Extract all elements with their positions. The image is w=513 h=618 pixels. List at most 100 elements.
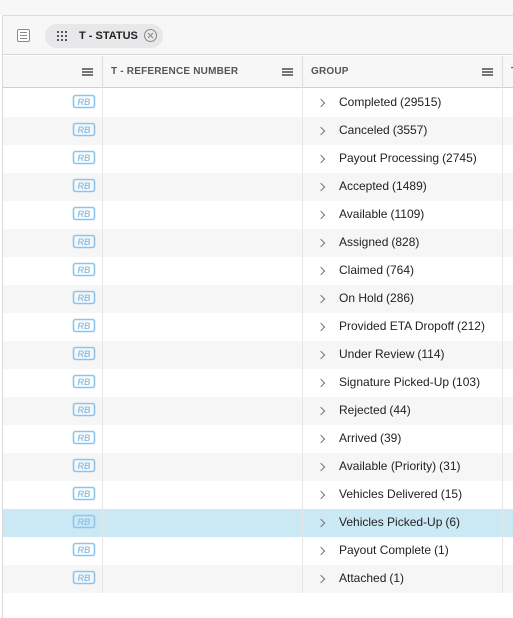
column-header-reference-number[interactable]: T - REFERENCE NUMBER [103, 56, 303, 88]
group-row[interactable]: RB Vehicles Picked-Up (6) [3, 509, 513, 537]
rb-logo-icon: RB [72, 318, 96, 333]
rb-logo-icon: RB [72, 542, 96, 557]
group-cell[interactable]: Completed (29515) [303, 89, 503, 117]
chevron-right-icon[interactable] [316, 238, 326, 248]
group-cell[interactable]: Available (Priority) (31) [303, 453, 503, 481]
group-row[interactable]: RB Payout Processing (2745) [3, 145, 513, 173]
chevron-right-icon[interactable] [316, 546, 326, 556]
chevron-right-icon[interactable] [316, 182, 326, 192]
group-cell[interactable]: Attached (1) [303, 565, 503, 593]
chevron-right-icon[interactable] [316, 462, 326, 472]
chevron-right-icon[interactable] [316, 98, 326, 108]
chevron-right-icon[interactable] [316, 210, 326, 220]
column-header-group[interactable]: GROUP [303, 56, 503, 88]
chevron-right-icon[interactable] [316, 406, 326, 416]
group-cell[interactable]: Vehicles Delivered (15) [303, 481, 503, 509]
chevron-right-icon[interactable] [316, 154, 326, 164]
reference-number-cell[interactable] [103, 565, 303, 593]
reference-number-cell[interactable] [103, 425, 303, 453]
svg-text:RB: RB [78, 321, 91, 331]
chevron-right-icon[interactable] [316, 266, 326, 276]
group-row[interactable]: RB Arrived (39) [3, 425, 513, 453]
group-name: Vehicles Picked-Up [339, 515, 443, 529]
group-row[interactable]: RB Under Review (114) [3, 341, 513, 369]
chevron-right-icon[interactable] [316, 126, 326, 136]
group-row[interactable]: RB Payout Complete (1) [3, 537, 513, 565]
reference-number-cell[interactable] [103, 257, 303, 285]
reference-number-cell[interactable] [103, 453, 303, 481]
group-chip-status[interactable]: T - STATUS [45, 24, 163, 48]
group-name: Rejected [339, 403, 387, 417]
group-cell[interactable]: Payout Processing (2745) [303, 145, 503, 173]
chevron-right-icon[interactable] [316, 434, 326, 444]
chevron-right-icon[interactable] [316, 518, 326, 528]
reference-number-cell[interactable] [103, 285, 303, 313]
group-cell[interactable]: Available (1109) [303, 201, 503, 229]
chevron-right-icon[interactable] [316, 294, 326, 304]
group-row[interactable]: RB Rejected (44) [3, 397, 513, 425]
group-row[interactable]: RB On Hold (286) [3, 285, 513, 313]
group-row[interactable]: RB Attached (1) [3, 565, 513, 593]
column-menu-icon[interactable] [282, 68, 293, 76]
group-count: (1) [389, 571, 405, 585]
svg-text:RB: RB [78, 125, 91, 135]
chevron-right-icon[interactable] [316, 322, 326, 332]
group-name: Claimed [339, 263, 384, 277]
group-row[interactable]: RB Canceled (3557) [3, 117, 513, 145]
group-row[interactable]: RB Claimed (764) [3, 257, 513, 285]
group-row[interactable]: RB Accepted (1489) [3, 173, 513, 201]
group-row[interactable]: RB Assigned (828) [3, 229, 513, 257]
column-menu-icon[interactable] [82, 68, 93, 76]
reference-number-cell[interactable] [103, 397, 303, 425]
reference-number-cell[interactable] [103, 229, 303, 257]
group-cell[interactable]: Payout Complete (1) [303, 537, 503, 565]
reference-number-cell[interactable] [103, 481, 303, 509]
group-row[interactable]: RB Available (Priority) (31) [3, 453, 513, 481]
column-menu-icon[interactable] [482, 68, 493, 76]
reference-number-cell[interactable] [103, 145, 303, 173]
chevron-right-icon[interactable] [316, 574, 326, 584]
row-icon-cell: RB [3, 341, 103, 369]
group-row[interactable]: RB Provided ETA Dropoff (212) [3, 313, 513, 341]
column-header-icon[interactable] [3, 56, 103, 88]
reference-number-cell[interactable] [103, 173, 303, 201]
remove-circle-icon[interactable] [144, 29, 157, 42]
reference-number-cell[interactable] [103, 117, 303, 145]
group-name: Payout Complete [339, 543, 432, 557]
group-count: (1489) [392, 179, 427, 193]
chevron-right-icon[interactable] [316, 490, 326, 500]
group-cell[interactable]: Claimed (764) [303, 257, 503, 285]
group-row[interactable]: RB Signature Picked-Up (103) [3, 369, 513, 397]
reference-number-cell[interactable] [103, 509, 303, 537]
group-cell[interactable]: Provided ETA Dropoff (212) [303, 313, 503, 341]
group-cell[interactable]: On Hold (286) [303, 285, 503, 313]
group-row[interactable]: RB Completed (29515) [3, 89, 513, 117]
column-header-next[interactable]: T [503, 56, 513, 88]
group-cell[interactable]: Accepted (1489) [303, 173, 503, 201]
group-cell[interactable]: Signature Picked-Up (103) [303, 369, 503, 397]
row-icon-cell: RB [3, 285, 103, 313]
group-cell[interactable]: Arrived (39) [303, 425, 503, 453]
svg-text:RB: RB [78, 545, 91, 555]
reference-number-cell[interactable] [103, 313, 303, 341]
chevron-right-icon[interactable] [316, 378, 326, 388]
column-header-label: GROUP [311, 66, 349, 77]
group-cell[interactable]: Assigned (828) [303, 229, 503, 257]
group-name: Signature Picked-Up [339, 375, 450, 389]
svg-text:RB: RB [78, 489, 91, 499]
reference-number-cell[interactable] [103, 341, 303, 369]
group-name: Attached [339, 571, 387, 585]
row-icon-cell: RB [3, 565, 103, 593]
group-cell[interactable]: Vehicles Picked-Up (6) [303, 509, 503, 537]
group-row[interactable]: RB Vehicles Delivered (15) [3, 481, 513, 509]
group-cell[interactable]: Canceled (3557) [303, 117, 503, 145]
group-cell[interactable]: Rejected (44) [303, 397, 503, 425]
reference-number-cell[interactable] [103, 369, 303, 397]
reference-number-cell[interactable] [103, 537, 303, 565]
group-row[interactable]: RB Available (1109) [3, 201, 513, 229]
chevron-right-icon[interactable] [316, 350, 326, 360]
reference-number-cell[interactable] [103, 89, 303, 117]
reference-number-cell[interactable] [103, 201, 303, 229]
drag-grip-icon[interactable] [57, 31, 69, 41]
group-cell[interactable]: Under Review (114) [303, 341, 503, 369]
